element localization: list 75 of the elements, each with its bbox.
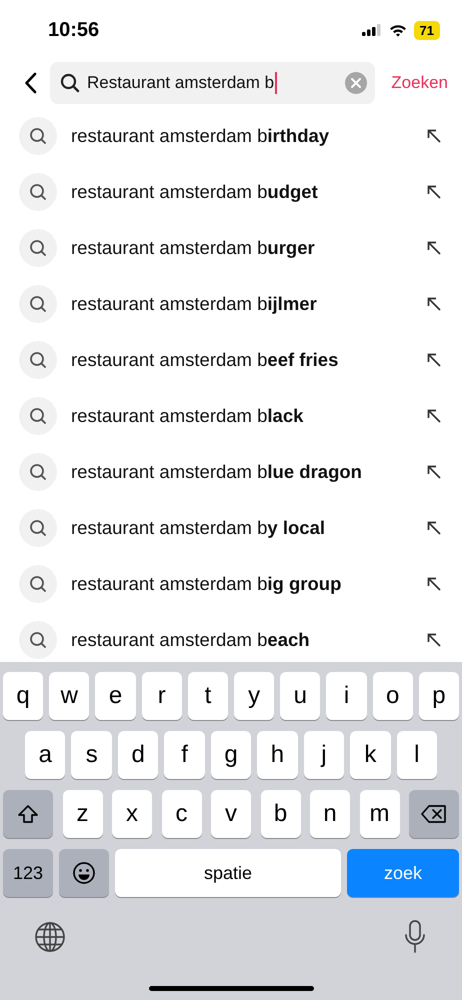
keyboard-key[interactable]: s [71, 731, 112, 779]
keyboard-key[interactable]: y [234, 672, 274, 720]
keyboard-key[interactable]: t [188, 672, 228, 720]
search-icon [19, 621, 57, 659]
suggestion-item[interactable]: restaurant amsterdam budget [71, 181, 426, 203]
keyboard-key[interactable]: h [257, 731, 298, 779]
keyboard-key[interactable]: w [49, 672, 90, 720]
search-field[interactable]: Restaurant amsterdam b [50, 62, 376, 104]
suggestion-item[interactable]: restaurant amsterdam by local [71, 517, 426, 539]
keyboard-key[interactable]: c [162, 790, 202, 838]
keyboard-key[interactable]: o [372, 672, 413, 720]
search-key[interactable]: zoek [347, 849, 459, 897]
search-icon [19, 285, 57, 323]
wifi-icon [388, 24, 407, 36]
suggestion-item[interactable]: restaurant amsterdam bijlmer [71, 293, 426, 315]
keyboard-key[interactable]: m [360, 790, 400, 838]
arrow-icon[interactable] [426, 184, 442, 200]
keyboard-key[interactable]: z [62, 790, 102, 838]
shift-icon [17, 804, 39, 824]
emoji-icon [72, 861, 96, 885]
numbers-key[interactable]: 123 [3, 849, 53, 897]
keyboard-key[interactable]: u [280, 672, 320, 720]
arrow-icon[interactable] [426, 240, 442, 256]
arrow-icon[interactable] [426, 632, 442, 648]
keyboard-key[interactable]: g [210, 731, 252, 779]
signal-icon [362, 24, 382, 36]
suggestion-item[interactable]: restaurant amsterdam big group [71, 573, 426, 595]
search-icon [19, 117, 57, 155]
status-time: 10:56 [48, 18, 100, 42]
search-icon [19, 397, 57, 435]
arrow-icon[interactable] [426, 296, 442, 312]
suggestion-item[interactable]: restaurant amsterdam black [71, 405, 426, 427]
search-button[interactable]: Zoeken [387, 73, 452, 93]
keyboard-key[interactable]: a [25, 731, 66, 779]
suggestion-item[interactable]: restaurant amsterdam birthday [71, 125, 426, 147]
backspace-key[interactable] [409, 790, 459, 838]
keyboard-key[interactable]: r [142, 672, 182, 720]
keyboard-key[interactable]: k [350, 731, 391, 779]
keyboard-key[interactable]: v [211, 790, 251, 838]
suggestion-item[interactable]: restaurant amsterdam beef fries [71, 349, 426, 371]
suggestion-item[interactable]: restaurant amsterdam burger [71, 237, 426, 259]
globe-icon[interactable] [34, 921, 66, 953]
search-icon [19, 173, 57, 211]
keyboard-key[interactable]: b [260, 790, 300, 838]
emoji-key[interactable] [59, 849, 109, 897]
backspace-icon [421, 805, 447, 823]
suggestion-item[interactable]: restaurant amsterdam blue dragon [71, 461, 426, 483]
keyboard-key[interactable]: n [310, 790, 350, 838]
search-icon [19, 341, 57, 379]
keyboard-key[interactable]: i [326, 672, 367, 720]
suggestion-item[interactable]: restaurant amsterdam beach [71, 629, 426, 651]
arrow-icon[interactable] [426, 352, 442, 368]
keyboard-key[interactable]: e [95, 672, 136, 720]
keyboard-key[interactable]: f [164, 731, 205, 779]
search-icon [19, 565, 57, 603]
search-icon [60, 73, 80, 93]
search-icon [19, 509, 57, 547]
space-key[interactable]: spatie [115, 849, 341, 897]
keyboard-key[interactable]: q [2, 672, 44, 720]
arrow-icon[interactable] [426, 464, 442, 480]
arrow-icon[interactable] [426, 576, 442, 592]
battery-level: 71 [414, 20, 440, 40]
keyboard-key[interactable]: x [112, 790, 152, 838]
keyboard-key[interactable]: j [304, 731, 344, 779]
arrow-icon[interactable] [426, 128, 442, 144]
arrow-icon[interactable] [426, 408, 442, 424]
back-icon[interactable] [24, 72, 38, 94]
keyboard-key[interactable]: d [118, 731, 158, 779]
shift-key[interactable] [3, 790, 53, 838]
keyboard-key[interactable]: l [396, 731, 437, 779]
microphone-icon[interactable] [404, 920, 426, 954]
arrow-icon[interactable] [426, 520, 442, 536]
search-icon [19, 229, 57, 267]
search-icon [19, 453, 57, 491]
keyboard-key[interactable]: p [418, 672, 460, 720]
